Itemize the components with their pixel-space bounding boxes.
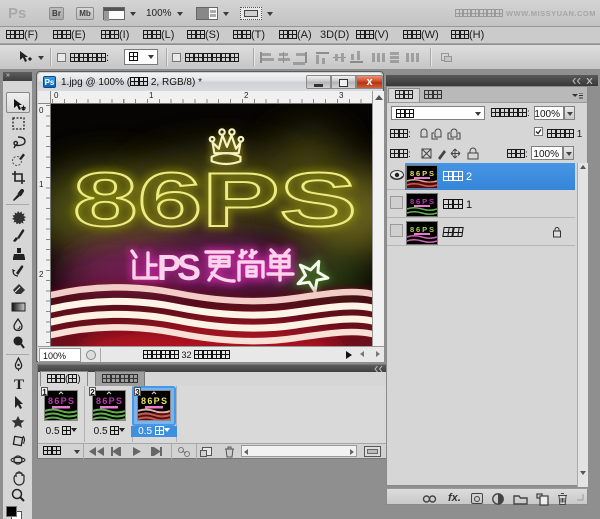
svg-text:86PS: 86PS: [410, 197, 434, 206]
svg-text:T: T: [14, 377, 24, 391]
svg-text:86PS: 86PS: [410, 225, 434, 234]
svg-text:86PS: 86PS: [73, 158, 357, 243]
svg-text:86PS: 86PS: [48, 396, 74, 406]
svg-text:86PS: 86PS: [141, 396, 167, 406]
svg-text:86PS: 86PS: [410, 169, 434, 178]
svg-text:86PS: 86PS: [96, 396, 122, 406]
svg-text:PS: PS: [157, 247, 201, 288]
